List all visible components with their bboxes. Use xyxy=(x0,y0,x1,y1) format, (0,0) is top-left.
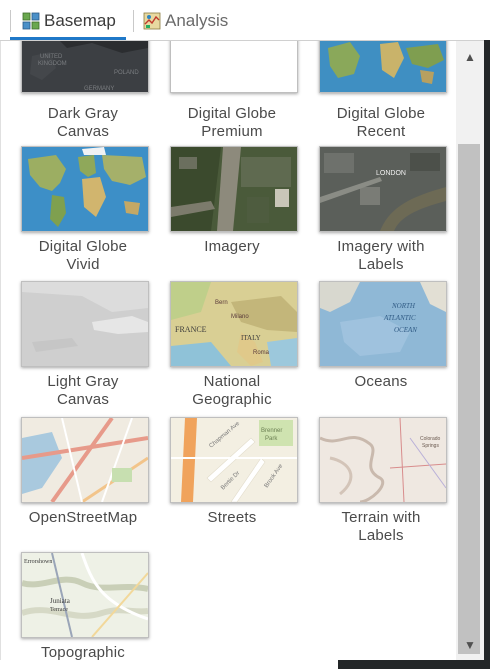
map-label: UNITED xyxy=(40,54,63,60)
tab-basemap-label: Basemap xyxy=(44,11,116,30)
basemap-thumbnail xyxy=(170,146,298,232)
basemap-thumbnail: NORTH ATLANTIC OCEAN xyxy=(319,281,447,367)
gallery-scrollbar[interactable]: ▲ ▼ xyxy=(456,41,484,660)
map-label: Park xyxy=(265,436,278,442)
basemap-thumbnail: LONDON xyxy=(319,146,447,232)
tab-basemap[interactable]: Basemap xyxy=(22,6,116,36)
map-label: KINGDOM xyxy=(38,61,67,67)
map-label: Errorshown xyxy=(24,559,52,565)
tab-bar: Basemap Analysis xyxy=(0,0,490,40)
basemap-thumbnail xyxy=(170,41,298,93)
map-label: OCEAN xyxy=(394,326,417,334)
map-label: Colorado xyxy=(420,436,441,442)
basemap-thumbnail xyxy=(21,281,149,367)
map-label: ATLANTIC xyxy=(383,314,416,322)
basemap-label: Imagery xyxy=(204,238,260,255)
tab-analysis[interactable]: Analysis xyxy=(143,6,228,36)
scroll-up-arrow-icon[interactable]: ▲ xyxy=(456,45,484,69)
basemap-thumbnail: Brenner Park Chapman Ave Bertie Dr Brook… xyxy=(170,417,298,503)
basemap-label: Streets xyxy=(207,509,257,526)
map-label: Roma xyxy=(253,350,270,356)
basemap-thumbnail: FRANCE ITALY Bern Milano Roma xyxy=(170,281,298,367)
basemap-label: OpenStreetMap xyxy=(28,509,138,526)
basemap-label: Digital Globe Vivid xyxy=(38,238,128,273)
basemap-label: Imagery with Labels xyxy=(337,238,425,273)
basemap-label: Digital Globe Recent xyxy=(336,105,426,140)
basemap-gallery: UNITED KINGDOM POLAND GERMANY Dark Gray C… xyxy=(0,41,457,660)
map-label: POLAND xyxy=(114,70,139,76)
map-label: FRANCE xyxy=(175,325,207,334)
map-label: GERMANY xyxy=(84,86,114,92)
basemap-label: Digital Globe Premium xyxy=(187,105,277,140)
basemap-thumbnail xyxy=(21,146,149,232)
map-background-right xyxy=(484,0,490,669)
map-label: Bern xyxy=(215,300,228,306)
basemap-thumbnail xyxy=(21,417,149,503)
basemap-thumbnail xyxy=(319,41,447,93)
basemap-label: National Geographic xyxy=(192,373,272,408)
basemap-label: Topographic xyxy=(41,644,125,660)
map-label: NORTH xyxy=(391,302,416,310)
map-label: LONDON xyxy=(376,170,406,177)
basemap-thumbnail: Errorshown Juniata Terrace xyxy=(21,552,149,638)
basemap-label: Dark Gray Canvas xyxy=(47,105,119,140)
basemap-grid-icon xyxy=(22,12,40,30)
map-label: ITALY xyxy=(241,334,261,342)
map-label: Brenner xyxy=(261,428,282,434)
analysis-map-icon xyxy=(143,12,161,30)
basemap-label: Oceans xyxy=(354,373,408,390)
basemap-thumbnail: UNITED KINGDOM POLAND GERMANY xyxy=(21,41,149,93)
map-label: Springs xyxy=(422,443,439,449)
basemap-label: Light Gray Canvas xyxy=(47,373,119,408)
tab-separator xyxy=(133,10,134,32)
tab-separator xyxy=(10,10,11,32)
map-background-bottom xyxy=(338,660,490,669)
scrollbar-thumb[interactable] xyxy=(458,144,480,654)
map-label: Juniata xyxy=(50,597,71,605)
basemap-label: Terrain with Labels xyxy=(341,509,421,544)
scroll-down-arrow-icon[interactable]: ▼ xyxy=(456,633,484,657)
tab-analysis-label: Analysis xyxy=(165,11,229,30)
basemap-thumbnail: Colorado Springs xyxy=(319,417,447,503)
map-label: Terrace xyxy=(50,607,68,613)
map-label: Milano xyxy=(231,314,249,320)
